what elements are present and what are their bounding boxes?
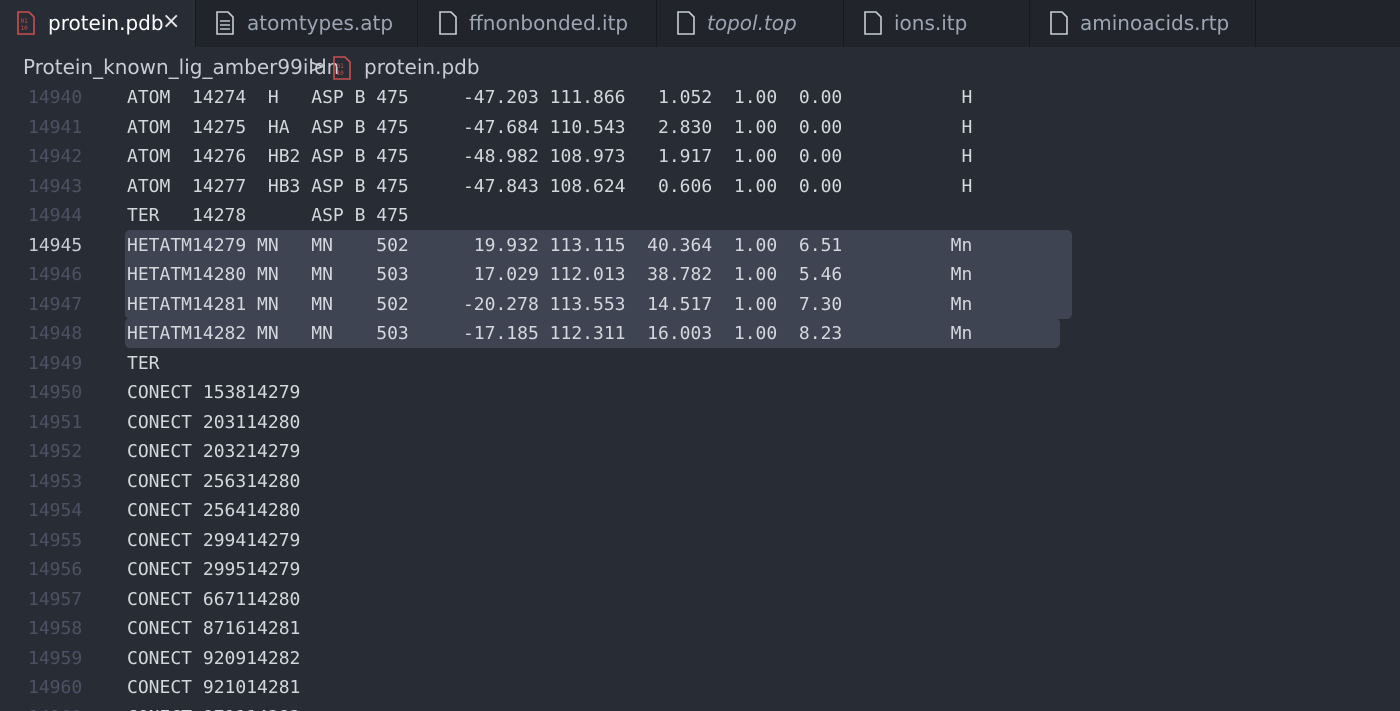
code-line[interactable]: 14954 CONECT 256414280 [0, 496, 1400, 525]
line-number: 14949 [28, 352, 83, 374]
tab-aminoacids-rtp[interactable]: aminoacids.rtp [1030, 0, 1256, 47]
line-number: 14957 [28, 588, 83, 610]
pdb-file-icon: 01 10 [333, 56, 351, 80]
tab-label: ffnonbonded.itp [469, 11, 629, 35]
tab-atomtypes-atp[interactable]: atomtypes.atp [196, 0, 418, 47]
code-line[interactable]: 14952 CONECT 203214279 [0, 437, 1400, 466]
line-number: 14955 [28, 529, 83, 551]
code-line[interactable]: 14953 CONECT 256314280 [0, 467, 1400, 496]
code-line[interactable]: 14942 ATOM 14276 HB2 ASP B 475 -48.982 10… [0, 142, 1400, 171]
file-icon [677, 11, 695, 35]
line-text: CONECT 667114280 [127, 588, 301, 610]
line-text: TER 14278 ASP B 475 [127, 205, 409, 226]
svg-text:10: 10 [21, 25, 29, 32]
line-number: 14956 [28, 559, 83, 580]
line-number: 14941 [28, 116, 83, 138]
tab-topol-top[interactable]: topol.top [657, 0, 844, 47]
text-file-icon [216, 11, 234, 35]
line-text: ATOM 14276 HB2 ASP B 475 -48.982 108.973… [127, 146, 973, 167]
code-line[interactable]: 14943 ATOM 14277 HB3 ASP B 475 -47.843 10… [0, 172, 1400, 201]
line-number: 14954 [28, 500, 83, 521]
code-line[interactable]: 14956 CONECT 299514279 [0, 555, 1400, 584]
line-number: 14952 [28, 441, 83, 462]
tab-bar: 01 10 protein.pdb × atomtypes.atp ffnonb… [0, 0, 1400, 47]
line-text: HETATM14282 MN MN 503 -17.185 112.311 16… [127, 323, 973, 344]
line-text: CONECT 153814279 [127, 382, 301, 403]
line-text: CONECT 871614281 [127, 618, 301, 639]
line-text: CONECT 299414279 [127, 529, 301, 551]
code-line[interactable]: 14961 CONECT 971114282 [0, 703, 1400, 711]
line-text: ATOM 14275 HA ASP B 475 -47.684 110.543 … [127, 116, 973, 138]
code-line[interactable]: 14946 HETATM14280 MN MN 503 17.029 112.01… [0, 260, 1400, 289]
code-editor[interactable]: 14940 ATOM 14274 H ASP B 475 -47.203 111.… [0, 85, 1400, 711]
line-text: ATOM 14274 H ASP B 475 -47.203 111.866 1… [127, 87, 973, 108]
line-number: 14950 [28, 382, 83, 403]
breadcrumb-file[interactable]: protein.pdb [364, 55, 480, 79]
line-number: 14944 [28, 205, 83, 226]
breadcrumb-folder[interactable]: Protein_known_lig_amber99ildn [23, 55, 339, 79]
line-number: 14961 [28, 703, 90, 711]
line-text: CONECT 971114282 [127, 703, 300, 711]
line-text: HETATM14281 MN MN 502 -20.278 113.553 14… [127, 293, 973, 315]
tab-label: atomtypes.atp [247, 11, 394, 35]
line-number: 14959 [28, 647, 83, 669]
line-number: 14951 [28, 411, 83, 433]
tab-label: topol.top [707, 11, 797, 35]
tab-protein-pdb[interactable]: 01 10 protein.pdb × [0, 0, 196, 47]
code-line[interactable]: 14940 ATOM 14274 H ASP B 475 -47.203 111.… [0, 85, 1400, 112]
svg-text:01: 01 [337, 63, 345, 70]
close-icon[interactable]: × [162, 9, 180, 35]
line-number: 14960 [28, 677, 83, 698]
code-line[interactable]: 14949 TER [0, 349, 1400, 378]
line-number: 14948 [28, 323, 83, 344]
code-line[interactable]: 14951 CONECT 203114280 [0, 408, 1400, 437]
line-number: 14940 [28, 87, 83, 108]
code-line[interactable]: 14957 CONECT 667114280 [0, 585, 1400, 614]
line-text: CONECT 256414280 [127, 500, 301, 521]
code-line[interactable]: 14950 CONECT 153814279 [0, 378, 1400, 407]
line-text: CONECT 256314280 [127, 470, 301, 492]
code-line[interactable]: 14959 CONECT 920914282 [0, 644, 1400, 673]
code-line[interactable]: 14941 ATOM 14275 HA ASP B 475 -47.684 110… [0, 113, 1400, 142]
line-text: HETATM14279 MN MN 502 19.932 113.115 40.… [127, 234, 973, 256]
pdb-file-icon: 01 10 [17, 11, 35, 35]
code-line[interactable]: 14955 CONECT 299414279 [0, 526, 1400, 555]
breadcrumb: Protein_known_lig_amber99ildn > 01 10 pr… [0, 47, 1400, 85]
tab-ffnonbonded-itp[interactable]: ffnonbonded.itp [418, 0, 657, 47]
line-text: CONECT 920914282 [127, 647, 301, 669]
code-line[interactable]: 14945 HETATM14279 MN MN 502 19.932 113.11… [0, 231, 1400, 260]
line-text: CONECT 203214279 [127, 441, 301, 462]
line-number: 14946 [28, 264, 83, 285]
tab-label: aminoacids.rtp [1080, 11, 1230, 35]
line-text: ATOM 14277 HB3 ASP B 475 -47.843 108.624… [127, 175, 973, 197]
tab-label: ions.itp [894, 11, 968, 35]
line-number: 14943 [28, 175, 83, 197]
line-number: 14947 [28, 293, 83, 315]
line-text: HETATM14280 MN MN 503 17.029 112.013 38.… [127, 264, 973, 285]
file-icon [439, 11, 457, 35]
line-number: 14953 [28, 470, 83, 492]
line-number: 14958 [28, 618, 83, 639]
line-number: 14945 [28, 234, 83, 256]
line-text: CONECT 299514279 [127, 559, 301, 580]
svg-text:01: 01 [21, 18, 29, 25]
code-line[interactable]: 14948 HETATM14282 MN MN 503 -17.185 112.3… [0, 319, 1400, 348]
code-line[interactable]: 14960 CONECT 921014281 [0, 673, 1400, 702]
svg-text:10: 10 [337, 70, 345, 77]
code-line[interactable]: 14947 HETATM14281 MN MN 502 -20.278 113.5… [0, 290, 1400, 319]
file-icon [864, 11, 882, 35]
line-number: 14942 [28, 146, 83, 167]
line-text: CONECT 921014281 [127, 677, 301, 698]
line-text: CONECT 203114280 [127, 411, 301, 433]
tab-ions-itp[interactable]: ions.itp [844, 0, 1030, 47]
code-line[interactable]: 14958 CONECT 871614281 [0, 614, 1400, 643]
file-icon [1050, 11, 1068, 35]
line-text: TER [127, 352, 160, 374]
breadcrumb-separator: > [308, 54, 325, 78]
code-line[interactable]: 14944 TER 14278 ASP B 475 [0, 201, 1400, 230]
tab-label: protein.pdb [48, 11, 164, 35]
